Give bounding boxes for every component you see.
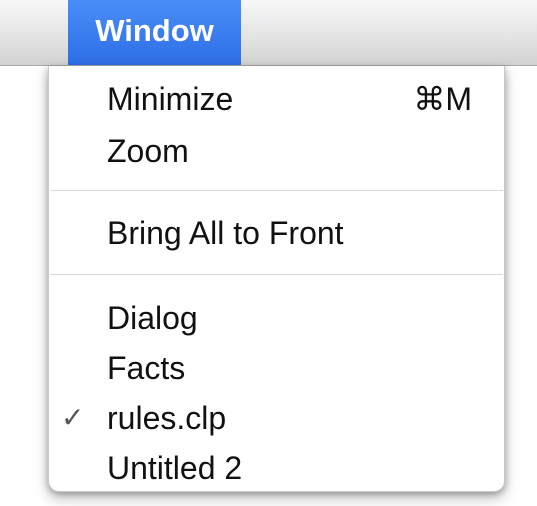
menu-item-label: Facts [107, 350, 186, 386]
menu-item-facts[interactable]: Facts [49, 346, 504, 390]
menu-item-minimize[interactable]: Minimize ⌘M [49, 77, 504, 121]
menu-item-zoom[interactable]: Zoom [49, 129, 504, 173]
menu-item-label: Untitled 2 [107, 450, 243, 486]
menu-item-label: Dialog [107, 300, 198, 336]
menu-item-label: Zoom [107, 133, 189, 169]
menu-separator [50, 274, 503, 275]
menu-separator [50, 190, 503, 191]
menu-bar: Window [0, 0, 537, 66]
shortcut-label: ⌘M [413, 81, 472, 117]
window-menu: Minimize ⌘M Zoom Bring All to Front Dial… [48, 66, 505, 492]
menu-item-bring-all-to-front[interactable]: Bring All to Front [49, 211, 504, 255]
menu-item-untitled-2[interactable]: Untitled 2 [49, 446, 504, 490]
menu-item-label: rules.clp [107, 400, 227, 436]
menu-item-label: Minimize [107, 81, 234, 117]
checkmark-icon: ✓ [61, 402, 85, 433]
menu-title-window[interactable]: Window [68, 0, 241, 65]
menu-item-dialog[interactable]: Dialog [49, 296, 504, 340]
menu-item-rules-clp[interactable]: ✓ rules.clp [49, 396, 504, 440]
menu-item-label: Bring All to Front [107, 215, 344, 251]
